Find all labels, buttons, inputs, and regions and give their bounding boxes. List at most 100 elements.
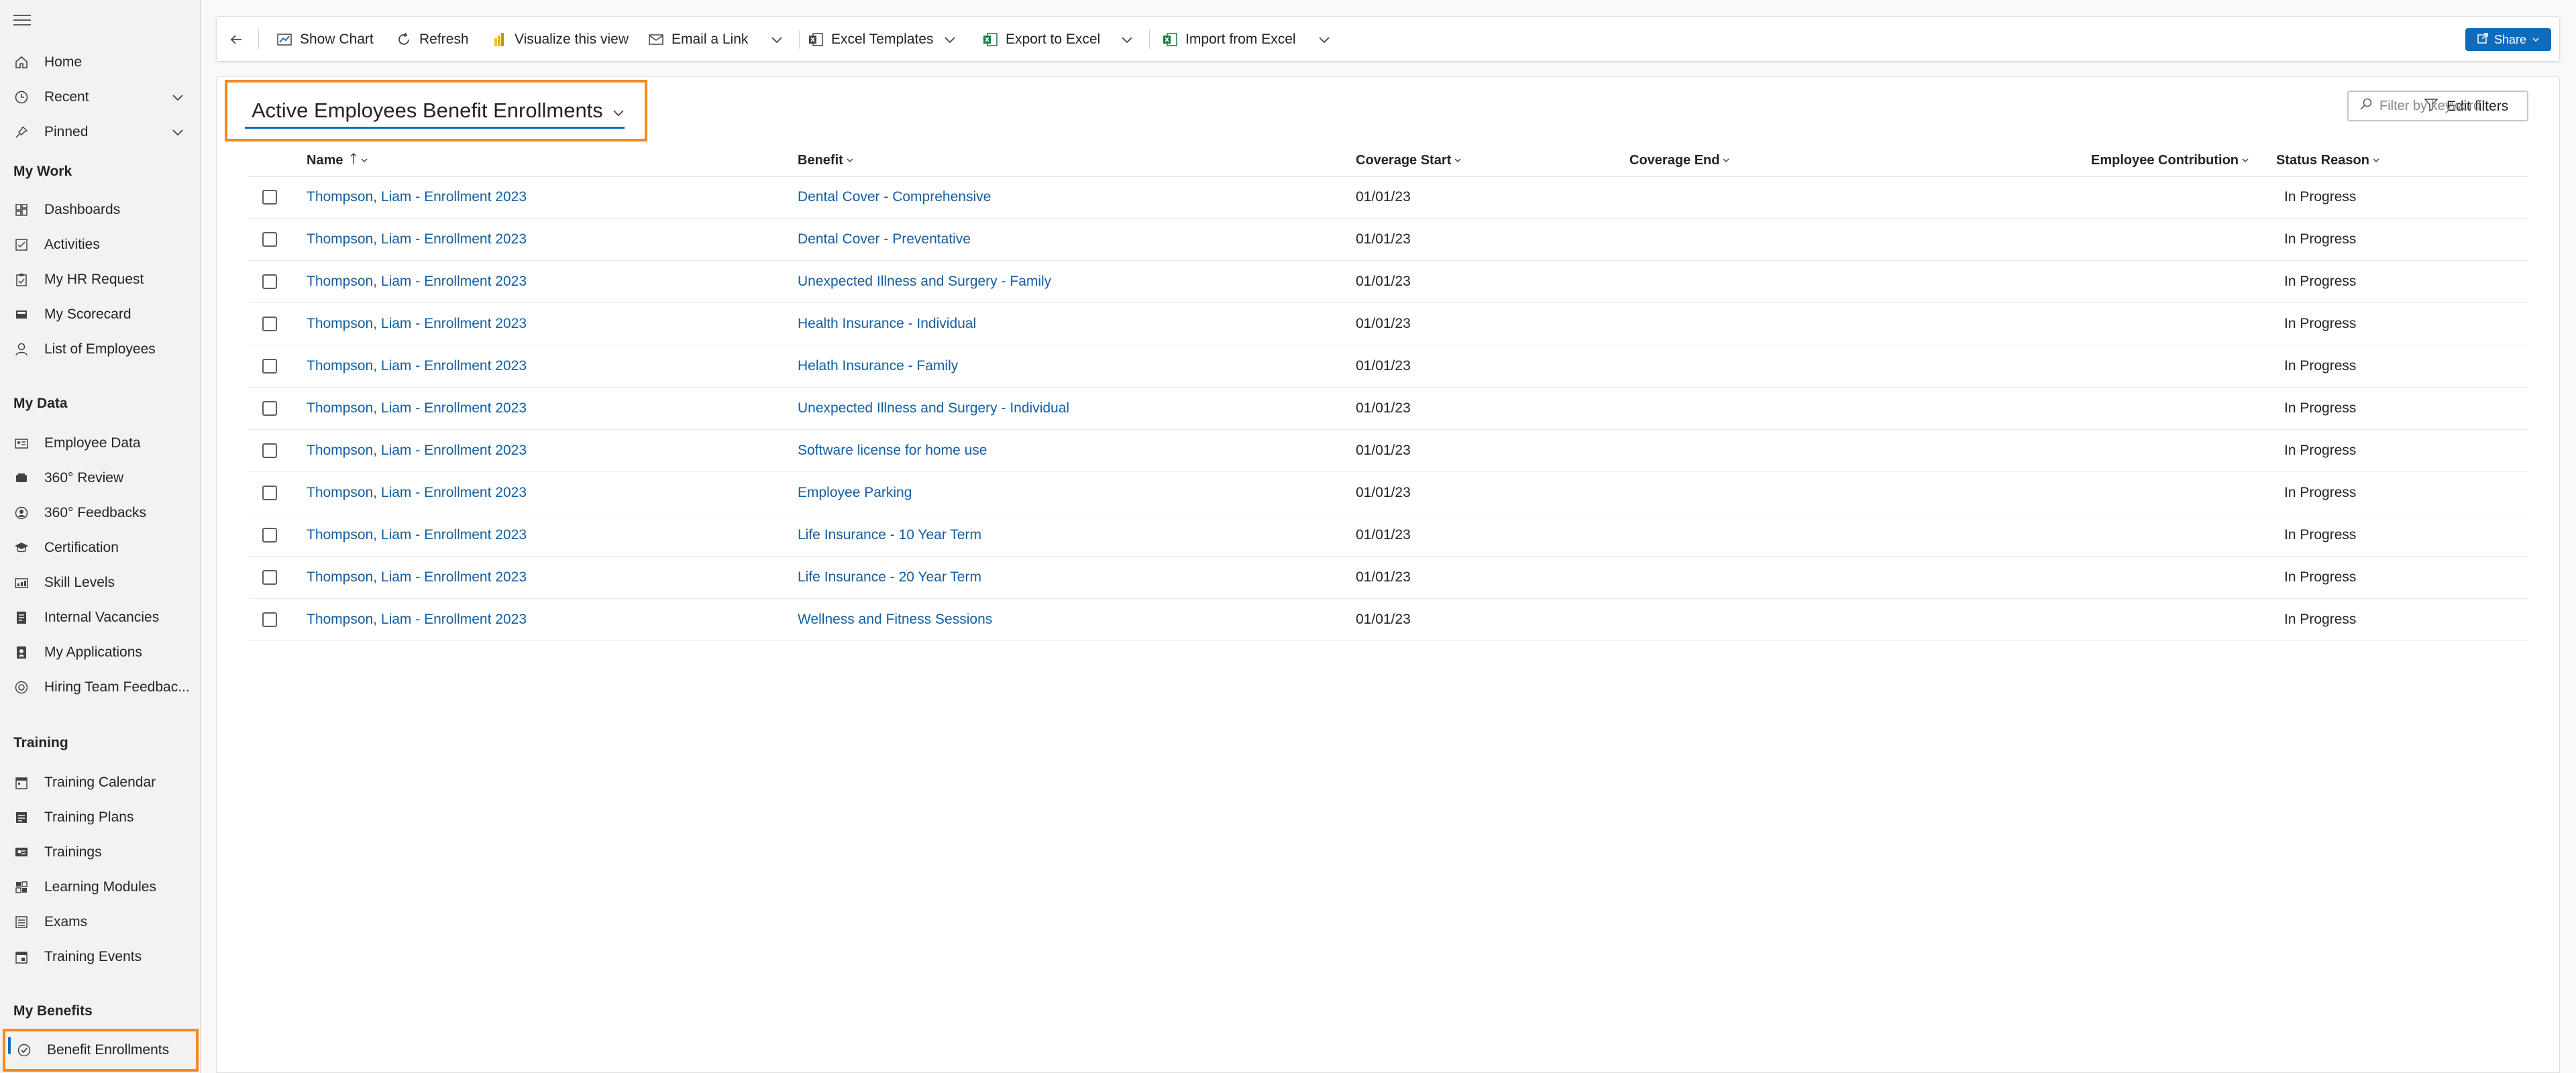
benefit-link[interactable]: Dental Cover - Comprehensive [798, 176, 991, 218]
sidebar-item-hiring-team-feedback[interactable]: Hiring Team Feedbac... [0, 671, 201, 704]
sidebar-item-recent[interactable]: Recent [0, 80, 201, 114]
sidebar-item-certification[interactable]: Certification [0, 531, 201, 565]
view-title-underline [245, 127, 625, 129]
sidebar-item-label: Benefit Enrollments [47, 1042, 170, 1058]
view-selector[interactable]: Active Employees Benefit Enrollments [225, 80, 647, 142]
export-excel-dropdown[interactable] [1118, 17, 1142, 62]
table-row[interactable]: Thompson, Liam - Enrollment 2023 Helath … [249, 345, 2528, 388]
sidebar-item-pinned[interactable]: Pinned [0, 115, 201, 149]
record-name-link[interactable]: Thompson, Liam - Enrollment 2023 [307, 430, 527, 471]
refresh-button[interactable]: Refresh [395, 17, 469, 62]
record-name-link[interactable]: Thompson, Liam - Enrollment 2023 [307, 599, 527, 640]
column-header-name[interactable]: Name [307, 147, 368, 174]
sidebar-item-training-plans[interactable]: Training Plans [0, 801, 201, 834]
table-row[interactable]: Thompson, Liam - Enrollment 2023 Softwar… [249, 430, 2528, 472]
back-button[interactable] [227, 17, 252, 62]
sidebar-item-skill-levels[interactable]: Skill Levels [0, 566, 201, 600]
scorecard-icon [13, 306, 30, 323]
record-name-link[interactable]: Thompson, Liam - Enrollment 2023 [307, 472, 527, 514]
benefit-link[interactable]: Dental Cover - Preventative [798, 219, 971, 260]
row-checkbox[interactable] [262, 612, 277, 627]
record-name-link[interactable]: Thompson, Liam - Enrollment 2023 [307, 514, 527, 556]
coverage-start: 01/01/23 [1356, 443, 1411, 458]
import-from-excel-button[interactable]: Import from Excel [1161, 17, 1296, 62]
sidebar-item-exams[interactable]: Exams [0, 905, 201, 939]
sidebar-item-learning-modules[interactable]: Learning Modules [0, 870, 201, 904]
sidebar-item-label: Pinned [44, 124, 89, 139]
chevron-down-icon[interactable] [170, 90, 185, 109]
table-row[interactable]: Thompson, Liam - Enrollment 2023 Wellnes… [249, 599, 2528, 641]
record-name-link[interactable]: Thompson, Liam - Enrollment 2023 [307, 345, 527, 387]
table-row[interactable]: Thompson, Liam - Enrollment 2023 Life In… [249, 514, 2528, 557]
share-button[interactable]: Share [2465, 28, 2551, 51]
sidebar-item-360-feedbacks[interactable]: 360° Feedbacks [0, 496, 201, 530]
benefit-link[interactable]: Unexpected Illness and Surgery - Individ… [798, 388, 1069, 429]
sidebar-item-employee-data[interactable]: Employee Data [0, 427, 201, 460]
table-row[interactable]: Thompson, Liam - Enrollment 2023 Life In… [249, 557, 2528, 599]
table-row[interactable]: Thompson, Liam - Enrollment 2023 Health … [249, 303, 2528, 345]
row-checkbox[interactable] [262, 190, 277, 205]
table-row[interactable]: Thompson, Liam - Enrollment 2023 Dental … [249, 219, 2528, 261]
sidebar-item-label: Trainings [44, 844, 102, 860]
record-name-link[interactable]: Thompson, Liam - Enrollment 2023 [307, 388, 527, 429]
benefit-link[interactable]: Helath Insurance - Family [798, 345, 958, 387]
row-checkbox[interactable] [262, 359, 277, 374]
sidebar-item-training-events[interactable]: Training Events [0, 940, 201, 974]
record-name-link[interactable]: Thompson, Liam - Enrollment 2023 [307, 303, 527, 345]
sidebar-item-activities[interactable]: Activities [0, 228, 201, 262]
column-header-employee-contribution[interactable]: Employee Contribution [2091, 147, 2249, 174]
table-row[interactable]: Thompson, Liam - Enrollment 2023 Unexpec… [249, 388, 2528, 430]
sidebar-item-my-hr-request[interactable]: My HR Request [0, 263, 201, 296]
sidebar-item-trainings[interactable]: Trainings [0, 836, 201, 869]
benefit-link[interactable]: Unexpected Illness and Surgery - Family [798, 261, 1051, 302]
plan-icon [13, 809, 30, 826]
sidebar-item-list-of-employees[interactable]: List of Employees [0, 333, 201, 366]
benefit-link[interactable]: Wellness and Fitness Sessions [798, 599, 992, 640]
export-to-excel-button[interactable]: Export to Excel [981, 17, 1100, 62]
row-checkbox[interactable] [262, 528, 277, 543]
row-checkbox[interactable] [262, 274, 277, 289]
sidebar-item-my-scorecard[interactable]: My Scorecard [0, 298, 201, 331]
record-name-link[interactable]: Thompson, Liam - Enrollment 2023 [307, 557, 527, 598]
chevron-down-icon [2241, 153, 2249, 168]
record-name-link[interactable]: Thompson, Liam - Enrollment 2023 [307, 219, 527, 260]
sidebar-item-360-review[interactable]: 360° Review [0, 461, 201, 495]
excel-templates-button[interactable]: Excel Templates [807, 17, 934, 62]
sidebar-item-internal-vacancies[interactable]: Internal Vacancies [0, 601, 201, 634]
record-name-link[interactable]: Thompson, Liam - Enrollment 2023 [307, 261, 527, 302]
benefit-link[interactable]: Life Insurance - 10 Year Term [798, 514, 981, 556]
visualize-label: Visualize this view [515, 32, 629, 47]
sidebar-item-training-calendar[interactable]: Training Calendar [0, 766, 201, 799]
benefit-link[interactable]: Employee Parking [798, 472, 912, 514]
column-header-coverage-end[interactable]: Coverage End [1629, 147, 1730, 174]
record-name-link[interactable]: Thompson, Liam - Enrollment 2023 [307, 176, 527, 218]
benefit-link[interactable]: Software license for home use [798, 430, 987, 471]
show-chart-button[interactable]: Show Chart [276, 17, 374, 62]
row-checkbox[interactable] [262, 232, 277, 247]
row-checkbox[interactable] [262, 486, 277, 500]
filter-keyword-input[interactable]: Filter by keyword [2347, 91, 2528, 121]
more-chevron-button[interactable] [768, 17, 792, 62]
row-checkbox[interactable] [262, 570, 277, 585]
row-checkbox[interactable] [262, 443, 277, 458]
benefit-link[interactable]: Health Insurance - Individual [798, 303, 976, 345]
hamburger-menu-icon[interactable] [13, 15, 31, 30]
row-checkbox[interactable] [262, 317, 277, 331]
benefit-link[interactable]: Life Insurance - 20 Year Term [798, 557, 981, 598]
sidebar-item-dashboards[interactable]: Dashboards [0, 193, 201, 227]
import-excel-dropdown[interactable] [1316, 17, 1340, 62]
column-header-benefit[interactable]: Benefit [798, 147, 854, 174]
sidebar-item-my-applications[interactable]: My Applications [0, 636, 201, 669]
row-checkbox[interactable] [262, 401, 277, 416]
column-header-coverage-start[interactable]: Coverage Start [1356, 147, 1462, 174]
visualize-view-button[interactable]: Visualize this view [490, 17, 629, 62]
table-row[interactable]: Thompson, Liam - Enrollment 2023 Unexpec… [249, 261, 2528, 303]
excel-templates-dropdown[interactable] [941, 17, 965, 62]
table-row[interactable]: Thompson, Liam - Enrollment 2023 Employe… [249, 472, 2528, 514]
sidebar-item-benefit-enrollments[interactable]: Benefit Enrollments [3, 1029, 199, 1072]
sidebar-item-home[interactable]: Home [0, 46, 201, 79]
column-header-status-reason[interactable]: Status Reason [2276, 147, 2380, 174]
email-link-button[interactable]: Email a Link [647, 17, 748, 62]
chevron-down-icon[interactable] [170, 125, 185, 144]
table-row[interactable]: Thompson, Liam - Enrollment 2023 Dental … [249, 176, 2528, 219]
